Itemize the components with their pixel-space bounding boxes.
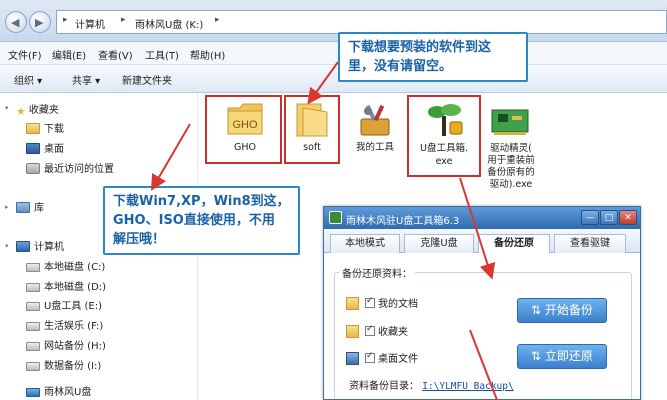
arrow-to-backup-tab (459, 177, 496, 280)
arrow-bottom (469, 329, 498, 400)
arrow-from-gho (150, 123, 191, 191)
arrow-to-soft (307, 61, 339, 105)
annotation-arrows (150, 61, 498, 400)
